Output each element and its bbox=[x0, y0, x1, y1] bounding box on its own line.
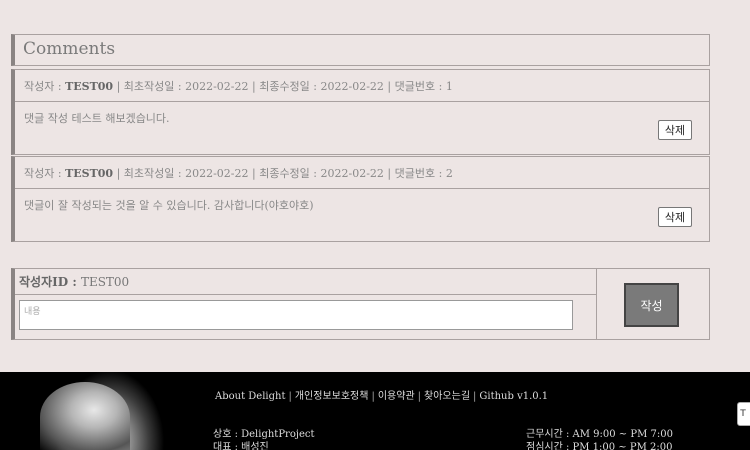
footer-company-info: 상호 : DelightProject 대표 : 배성진 bbox=[213, 428, 315, 450]
comment-write-form: 작성자ID : TEST00 bbox=[11, 268, 597, 340]
comment-modified-date: 2022-02-22 bbox=[320, 80, 384, 93]
comment-meta: 작성자 : TEST00 | 최초작성일 : 2022-02-22 | 최종수정… bbox=[15, 157, 709, 189]
scroll-top-button[interactable]: T bbox=[737, 402, 750, 426]
comment-writer: TEST00 bbox=[65, 80, 114, 93]
comment-created-date: 2022-02-22 bbox=[185, 80, 249, 93]
submit-comment-button[interactable]: 작성 bbox=[624, 283, 679, 327]
footer-lunch-hours: 점심시간 : PM 1:00 ~ PM 2:00 bbox=[526, 442, 673, 450]
comment-body: 댓글 작성 테스트 해보겠습니다. bbox=[24, 112, 170, 125]
submit-area: 작성 bbox=[596, 268, 710, 340]
footer-links: About Delight | 개인정보보호정책 | 이용약관 | 찾아오는길 | Github… bbox=[215, 391, 549, 402]
comment-body: 댓글이 잘 작성되는 것을 알 수 있습니다. 감사합니다(야호야호) bbox=[24, 199, 314, 212]
footer-link-terms[interactable]: 이용약관 bbox=[378, 391, 415, 402]
comment-created-date: 2022-02-22 bbox=[185, 167, 249, 180]
footer-link-github[interactable]: Github v1.0.1 bbox=[479, 391, 548, 402]
footer-hours-info: 근무시간 : AM 9:00 ~ PM 7:00 점심시간 : PM 1:00 … bbox=[526, 428, 673, 450]
comment-writer: TEST00 bbox=[65, 167, 114, 180]
comment-number: 2 bbox=[445, 167, 453, 180]
comment-item: 작성자 : TEST00 | 최초작성일 : 2022-02-22 | 최종수정… bbox=[11, 69, 710, 155]
comment-content-input[interactable] bbox=[19, 300, 573, 330]
comment-modified-date: 2022-02-22 bbox=[320, 167, 384, 180]
comment-item: 작성자 : TEST00 | 최초작성일 : 2022-02-22 | 최종수정… bbox=[11, 156, 710, 242]
comment-meta: 작성자 : TEST00 | 최초작성일 : 2022-02-22 | 최종수정… bbox=[15, 70, 709, 102]
footer-link-privacy[interactable]: 개인정보보호정책 bbox=[295, 391, 369, 402]
writer-id-value: TEST00 bbox=[80, 275, 130, 289]
comments-header: Comments bbox=[11, 34, 710, 66]
delete-comment-button[interactable]: 삭제 bbox=[658, 120, 692, 140]
comments-title: Comments bbox=[23, 39, 116, 59]
footer-work-hours: 근무시간 : AM 9:00 ~ PM 7:00 bbox=[526, 429, 673, 440]
footer-company-name: 상호 : DelightProject bbox=[213, 429, 315, 440]
footer: About Delight | 개인정보보호정책 | 이용약관 | 찾아오는길 | Github… bbox=[0, 372, 750, 450]
comment-number: 1 bbox=[445, 80, 453, 93]
footer-link-directions[interactable]: 찾아오는길 bbox=[424, 391, 470, 402]
delete-comment-button[interactable]: 삭제 bbox=[658, 207, 692, 227]
footer-link-about[interactable]: About Delight bbox=[215, 391, 285, 402]
footer-ceo: 대표 : 배성진 bbox=[213, 442, 269, 450]
writer-id-label: 작성자ID : TEST00 bbox=[15, 269, 596, 295]
footer-portrait-image bbox=[0, 372, 190, 450]
